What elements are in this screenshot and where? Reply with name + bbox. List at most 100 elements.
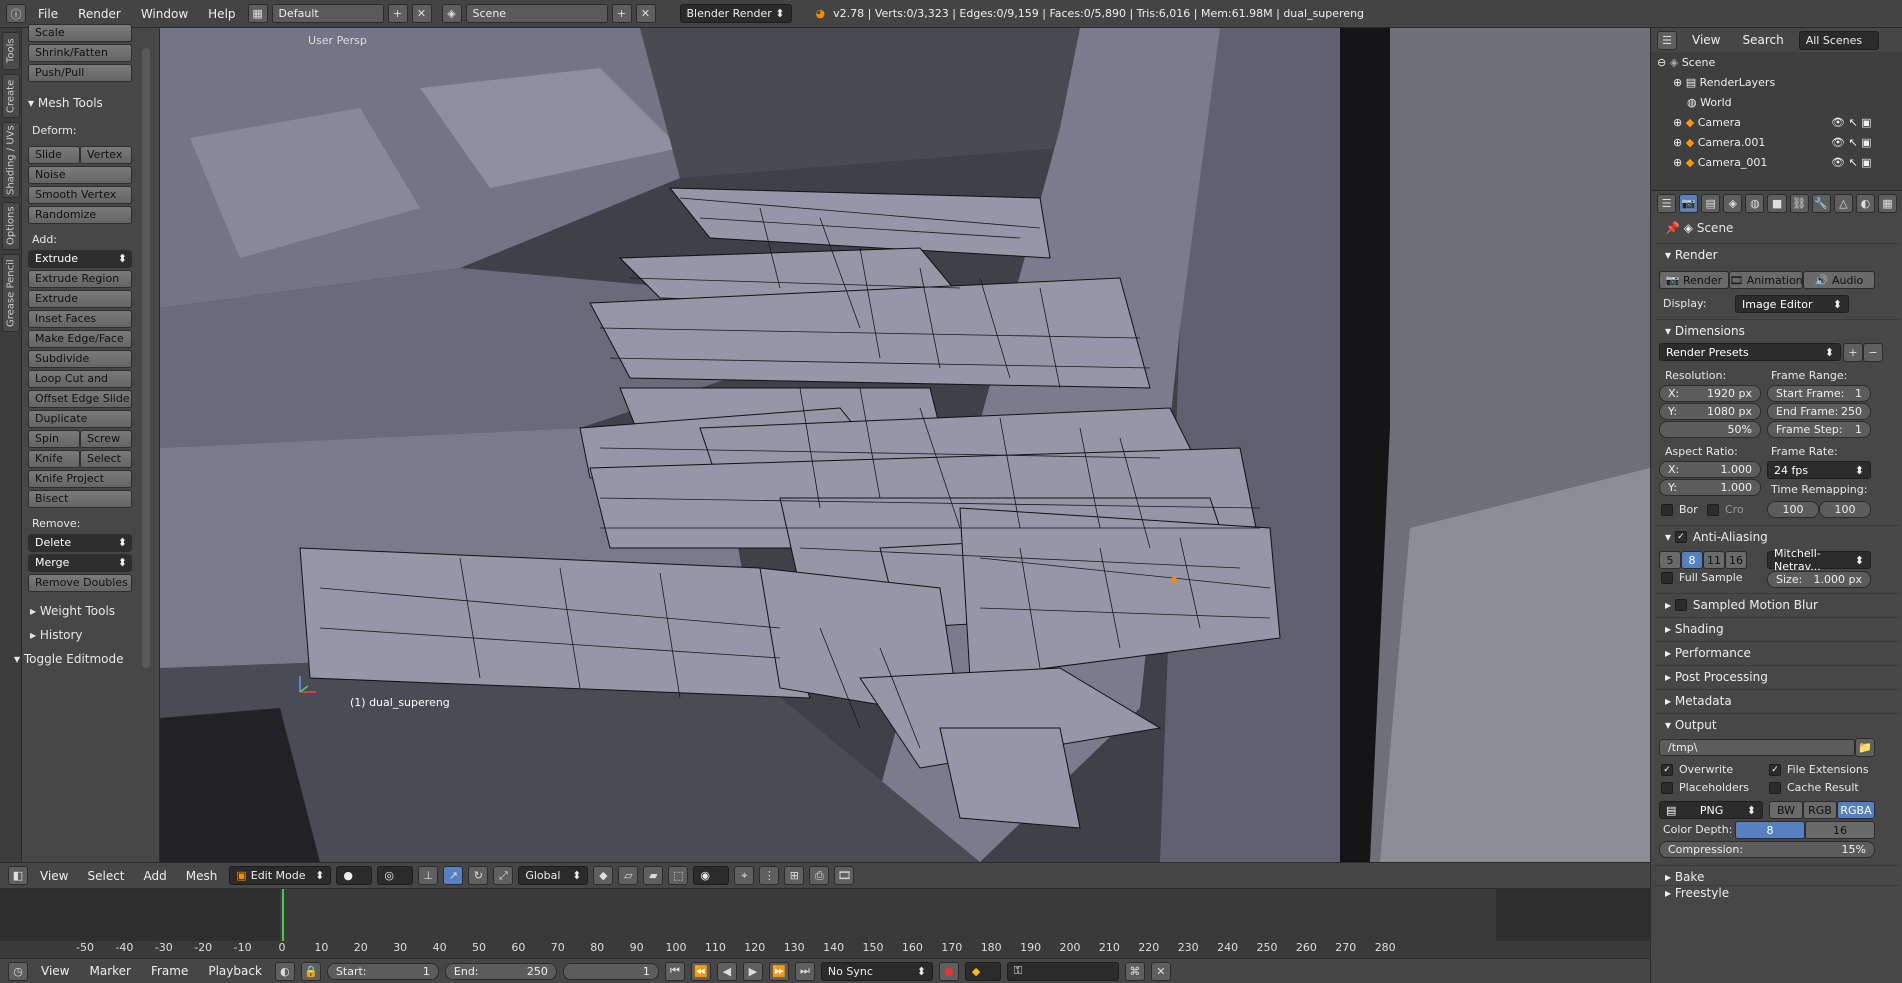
spin-button[interactable]: Spin bbox=[28, 430, 80, 448]
duplicate-button[interactable]: Duplicate bbox=[28, 410, 132, 428]
border-checkbox[interactable]: Bor bbox=[1661, 503, 1698, 516]
audio-button[interactable]: 🔊 Audio bbox=[1803, 271, 1875, 289]
tab-options[interactable]: Options bbox=[2, 202, 20, 250]
subdivide-button[interactable]: Subdivide bbox=[28, 350, 132, 368]
tab-grease-pencil[interactable]: Grease Pencil bbox=[2, 254, 20, 332]
rgb-button[interactable]: RGB bbox=[1803, 801, 1837, 819]
end-frame-field[interactable]: End: 250 bbox=[444, 962, 557, 980]
engine-select[interactable]: Blender Render ⬍ bbox=[679, 4, 792, 23]
extrude-dropdown[interactable]: Extrude ⬍ bbox=[28, 250, 132, 268]
freestyle-panel-header[interactable]: ▸ Freestyle bbox=[1655, 885, 1899, 899]
menu-outliner-view[interactable]: View bbox=[1685, 33, 1727, 47]
tab-create[interactable]: Create bbox=[2, 74, 20, 118]
sync-select[interactable]: No Sync ⬍ bbox=[820, 961, 933, 981]
render-animation-icon[interactable]: 🎞 bbox=[834, 866, 855, 885]
texture-tab-icon[interactable]: ▦ bbox=[1877, 193, 1898, 213]
scene-select[interactable]: Scene bbox=[465, 4, 608, 23]
preview-range-icon[interactable]: ◐ bbox=[274, 961, 295, 981]
inset-faces-button[interactable]: Inset Faces bbox=[28, 310, 132, 328]
prev-keyframe-icon[interactable]: ⏪ bbox=[690, 961, 711, 981]
start-frame-field[interactable]: Start Frame: 1 bbox=[1767, 385, 1871, 402]
smooth-vertex-button[interactable]: Smooth Vertex bbox=[28, 186, 132, 204]
timeline[interactable]: -50 -40 -30 -20 -10 0 10 20 30 40 50 60 70 80 90 100 110… bbox=[0, 888, 1650, 958]
remove-doubles-button[interactable]: Remove Doubles bbox=[28, 574, 132, 592]
material-tab-icon[interactable]: ◐ bbox=[1855, 193, 1875, 213]
depth-8-button[interactable]: 8 bbox=[1735, 821, 1805, 839]
loop-cut-button[interactable]: Loop Cut and Slide bbox=[28, 370, 132, 401]
pin-icon[interactable]: 📌 bbox=[1665, 221, 1680, 235]
extrude-individual-button[interactable]: Extrude Individual bbox=[28, 290, 132, 321]
menu-search[interactable]: Search bbox=[1735, 33, 1790, 47]
aspect-x-field[interactable]: X: 1.000 bbox=[1659, 461, 1761, 478]
mesh-tools-header[interactable]: ▾ Mesh Tools bbox=[28, 96, 103, 110]
overwrite-checkbox[interactable]: ✓ Overwrite bbox=[1661, 763, 1733, 776]
full-sample-checkbox[interactable]: Full Sample bbox=[1661, 571, 1743, 584]
snap-target-icon[interactable]: ⊞ bbox=[784, 866, 805, 885]
resolution-x-field[interactable]: X: 1920 px bbox=[1659, 385, 1761, 402]
proportional-edit-select[interactable]: ◉ bbox=[693, 866, 730, 885]
render-opengl-icon[interactable]: ⎙ bbox=[809, 866, 830, 885]
3d-viewport[interactable]: User Persp (1) dual_supereng bbox=[160, 28, 1650, 862]
performance-panel-header[interactable]: ▸ Performance bbox=[1655, 641, 1899, 663]
translate-manipulator-icon[interactable]: ↗ bbox=[443, 866, 464, 885]
dimensions-panel-header[interactable]: ▾ Dimensions bbox=[1655, 319, 1899, 341]
post-processing-panel-header[interactable]: ▸ Post Processing bbox=[1655, 665, 1899, 687]
file-extensions-checkbox[interactable]: ✓ File Extensions bbox=[1769, 763, 1869, 776]
aa-sample-button[interactable]: 8 bbox=[1681, 551, 1703, 569]
add-scene-icon[interactable]: + bbox=[611, 4, 632, 23]
aa-size-field[interactable]: Size: 1.000 px bbox=[1767, 571, 1871, 588]
output-path-field[interactable]: /tmp\ bbox=[1659, 739, 1855, 756]
outliner-item-scene[interactable]: ⊖ ◈ Scene bbox=[1657, 56, 1715, 69]
current-frame-marker[interactable] bbox=[282, 889, 284, 941]
vertex-select-icon[interactable]: ◆ bbox=[593, 866, 614, 885]
display-select[interactable]: Image Editor ⬍ bbox=[1735, 295, 1849, 313]
anti-aliasing-panel-header[interactable]: ▾ ✓ Anti-Aliasing bbox=[1655, 525, 1899, 547]
frame-step-field[interactable]: Frame Step: 1 bbox=[1767, 421, 1871, 438]
visibility-icons[interactable]: 👁 ↖ ▣ bbox=[1831, 136, 1872, 149]
render-panel-header[interactable]: ▾ Render bbox=[1655, 243, 1899, 265]
menu-render[interactable]: Render bbox=[70, 7, 129, 21]
metadata-panel-header[interactable]: ▸ Metadata bbox=[1655, 689, 1899, 711]
occlude-geometry-icon[interactable]: ⬚ bbox=[668, 866, 689, 885]
world-tab-icon[interactable]: ◍ bbox=[1745, 193, 1765, 213]
placeholders-checkbox[interactable]: Placeholders bbox=[1661, 781, 1749, 794]
close-layout-icon[interactable]: ✕ bbox=[411, 4, 432, 23]
editor-type-icon[interactable]: ◷ bbox=[8, 961, 28, 981]
menu-file[interactable]: File bbox=[30, 7, 66, 21]
snap-element-icon[interactable]: ⋮ bbox=[759, 866, 780, 885]
scene-icon[interactable]: ◈ bbox=[441, 4, 462, 23]
scene-tab-icon[interactable]: ◈ bbox=[1723, 193, 1743, 213]
constraints-tab-icon[interactable]: ⛓ bbox=[1789, 193, 1809, 213]
push-pull-button[interactable]: Push/Pull bbox=[28, 64, 132, 82]
output-panel-header[interactable]: ▾ Output bbox=[1655, 713, 1899, 735]
bw-button[interactable]: BW bbox=[1769, 801, 1803, 819]
animation-button[interactable]: 🎞 Animation bbox=[1729, 271, 1803, 289]
merge-dropdown[interactable]: Merge ⬍ bbox=[28, 554, 132, 572]
scale-manipulator-icon[interactable]: ⤢ bbox=[493, 866, 514, 885]
add-layout-icon[interactable]: + bbox=[387, 4, 408, 23]
outliner-item-camera-001b[interactable]: ⊕ ◆ Camera_001 bbox=[1673, 156, 1767, 169]
menu-timeline-view[interactable]: View bbox=[34, 964, 76, 978]
object-tab-icon[interactable]: ■ bbox=[1767, 193, 1787, 213]
current-frame-field[interactable]: 1 bbox=[562, 962, 659, 980]
pivot-select[interactable]: ◎ bbox=[377, 866, 414, 885]
insert-keyframe-icon[interactable]: ⌘ bbox=[1124, 961, 1145, 981]
knife-select-button[interactable]: Select bbox=[80, 450, 132, 468]
menu-window[interactable]: Window bbox=[133, 7, 196, 21]
tab-shading-uvs[interactable]: Shading / UVs bbox=[2, 122, 20, 198]
editor-type-icon[interactable]: ☰ bbox=[1657, 193, 1677, 213]
visibility-icons[interactable]: 👁 ↖ ▣ bbox=[1831, 156, 1872, 169]
aa-sample-button[interactable]: 5 bbox=[1659, 551, 1681, 569]
record-icon[interactable]: ● bbox=[938, 961, 959, 981]
orientation-select[interactable]: Global ⬍ bbox=[518, 866, 589, 885]
weight-tools-header[interactable]: ▸ Weight Tools bbox=[30, 604, 115, 618]
folder-icon[interactable]: 📁 bbox=[1855, 738, 1875, 757]
menu-view[interactable]: View bbox=[33, 869, 75, 883]
knife-button[interactable]: Knife bbox=[28, 450, 80, 468]
render-tab-icon[interactable]: 📷 bbox=[1679, 193, 1699, 213]
screw-button[interactable]: Screw bbox=[80, 430, 132, 448]
history-header[interactable]: ▸ History bbox=[30, 628, 83, 642]
toggle-editmode-header[interactable]: ▾ Toggle Editmode bbox=[14, 652, 124, 666]
compression-slider[interactable]: Compression: 15% bbox=[1659, 841, 1875, 858]
motion-blur-panel-header[interactable]: ▸ Sampled Motion Blur bbox=[1655, 593, 1899, 615]
